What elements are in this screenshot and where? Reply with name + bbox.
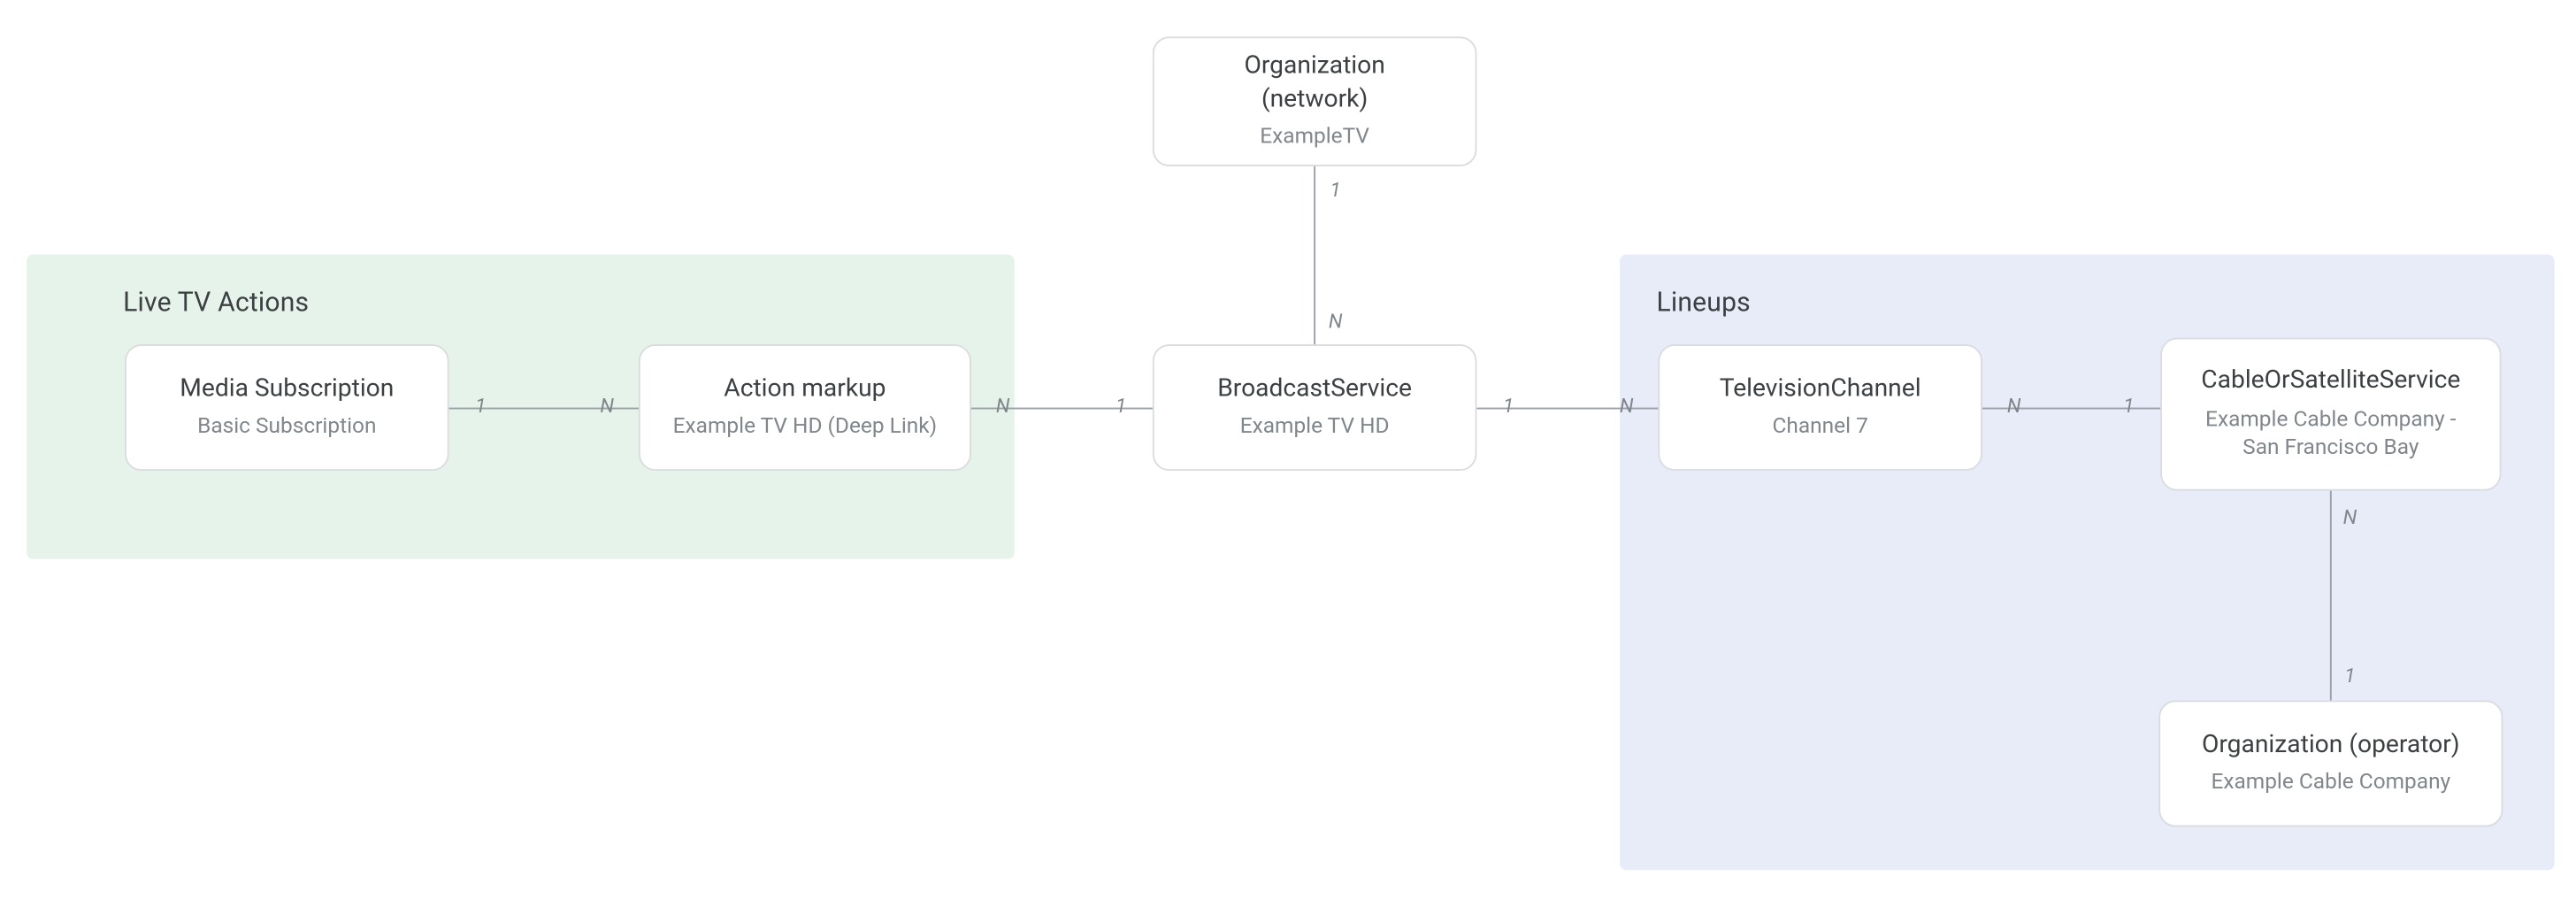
cardinality-one: 1 xyxy=(2117,395,2140,418)
entity-title: Action markup xyxy=(724,373,886,405)
cardinality-one: 1 xyxy=(1323,178,1346,201)
entity-subtitle: ExampleTV xyxy=(1260,125,1369,153)
entity-title: Media Subscription xyxy=(180,373,394,405)
cardinality-many: N xyxy=(2338,506,2361,529)
cardinality-one: 1 xyxy=(1497,395,1520,418)
entity-subtitle: Basic Subscription xyxy=(197,415,376,443)
cardinality-one: 1 xyxy=(2338,664,2361,687)
entity-subtitle: Example TV HD (Deep Link) xyxy=(673,415,938,443)
entity-title: BroadcastService xyxy=(1217,373,1412,405)
entity-subtitle: Example Cable Company - San Francisco Ba… xyxy=(2205,407,2456,464)
entity-subtitle: Example Cable Company xyxy=(2211,771,2450,799)
entity-organization-operator: Organization (operator) Example Cable Co… xyxy=(2158,700,2503,826)
entity-action-markup: Action markup Example TV HD (Deep Link) xyxy=(639,344,971,471)
cardinality-many: N xyxy=(2003,395,2026,418)
entity-title: CableOrSatelliteService xyxy=(2201,365,2460,397)
entity-title: Organization (network) xyxy=(1244,50,1384,115)
entity-television-channel: TelevisionChannel Channel 7 xyxy=(1658,344,1982,471)
region-lineups-title: Lineups xyxy=(1656,286,1750,318)
cardinality-many: N xyxy=(595,395,618,418)
cardinality-many: N xyxy=(1323,310,1346,333)
entity-organization-network: Organization (network) ExampleTV xyxy=(1153,36,1477,166)
entity-subtitle: Channel 7 xyxy=(1772,415,1867,443)
entity-title: Organization (operator) xyxy=(2202,728,2460,761)
entity-broadcast-service: BroadcastService Example TV HD xyxy=(1153,344,1477,471)
cardinality-many: N xyxy=(1614,395,1637,418)
cardinality-one: 1 xyxy=(469,395,492,418)
entity-cable-or-satellite-service: CableOrSatelliteService Example Cable Co… xyxy=(2160,338,2501,491)
connector-cablesat-operator xyxy=(2330,491,2332,703)
cardinality-many: N xyxy=(991,395,1014,418)
connector-org-broadcast xyxy=(1314,163,1315,346)
diagram-canvas: Live TV Actions Lineups Organization (ne… xyxy=(0,0,2576,907)
region-live-tv-title: Live TV Actions xyxy=(123,286,309,318)
entity-subtitle: Example TV HD xyxy=(1240,415,1390,443)
cardinality-one: 1 xyxy=(1109,395,1132,418)
entity-title: TelevisionChannel xyxy=(1720,373,1921,405)
entity-media-subscription: Media Subscription Basic Subscription xyxy=(125,344,449,471)
